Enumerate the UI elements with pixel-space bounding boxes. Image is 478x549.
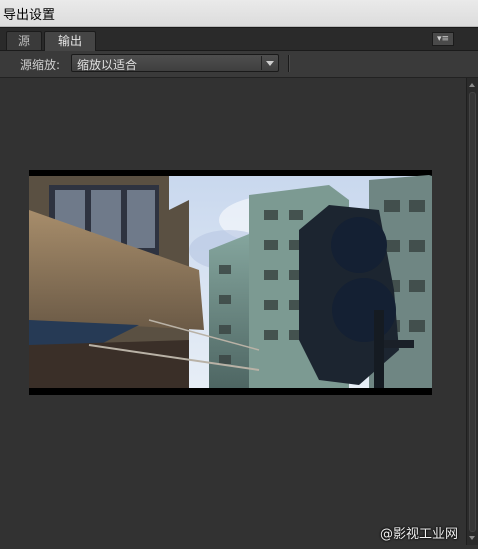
window-title: 导出设置 xyxy=(3,8,56,23)
source-scale-toolbar: 源缩放: 缩放以适合 xyxy=(0,51,478,78)
output-video-preview xyxy=(29,170,432,395)
toolbar-separator xyxy=(288,55,289,72)
source-scale-dropdown[interactable]: 缩放以适合 xyxy=(71,54,279,72)
dropdown-divider xyxy=(261,56,262,70)
street-scene-image xyxy=(29,170,432,395)
scroll-down-icon[interactable] xyxy=(469,536,475,540)
watermark-text: @影视工业网 xyxy=(379,527,458,542)
tab-output[interactable]: 输出 xyxy=(44,31,96,51)
source-scale-value: 缩放以适合 xyxy=(77,58,138,72)
window-titlebar: 导出设置 xyxy=(0,0,478,27)
chevron-down-icon[interactable] xyxy=(266,61,274,66)
scroll-up-icon[interactable] xyxy=(469,83,475,87)
scrollbar-track[interactable] xyxy=(469,92,476,532)
panel-menu-icon[interactable]: ▾≡ xyxy=(432,32,454,46)
vertical-scrollbar[interactable] xyxy=(466,78,478,545)
tab-bar: 源 输出 ▾≡ xyxy=(0,28,478,51)
source-scale-label: 源缩放: xyxy=(20,58,61,72)
tab-source[interactable]: 源 xyxy=(6,31,42,50)
